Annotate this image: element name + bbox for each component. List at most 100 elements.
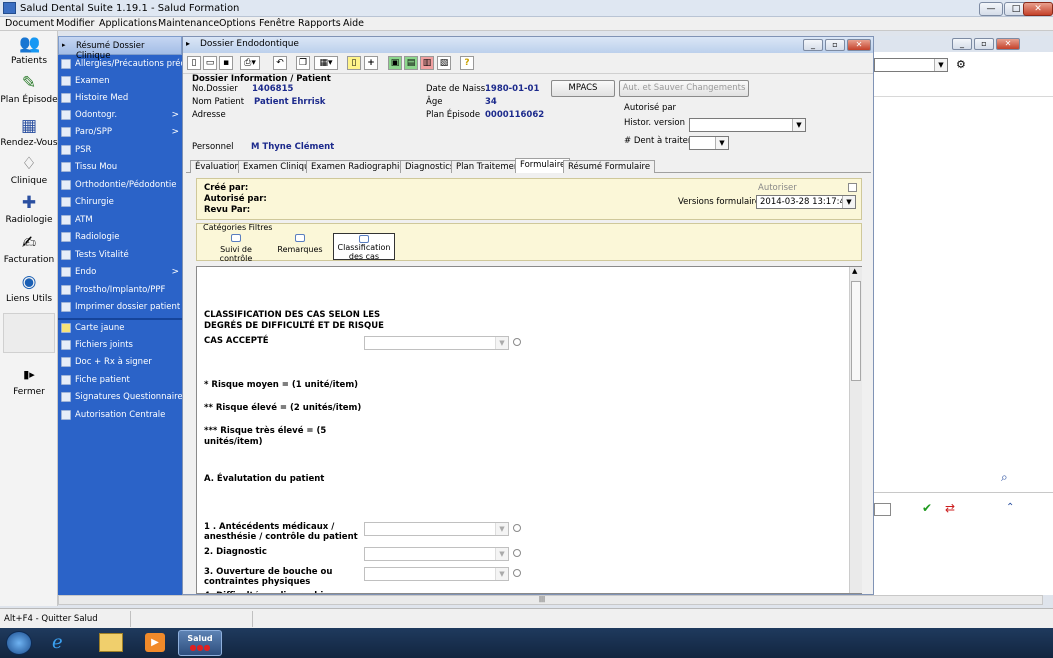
file-explorer-icon[interactable] <box>99 633 123 652</box>
cas-accepte-radio[interactable] <box>513 338 521 346</box>
nav-item-orthodontie[interactable]: Orthodontie/Pédodontie <box>58 177 182 194</box>
versions-select[interactable]: 2014-03-28 13:17:41 ▼ <box>756 195 856 209</box>
page-icon[interactable]: ▯ <box>347 56 361 70</box>
bg-minimize-button[interactable]: _ <box>952 38 972 50</box>
adresse-label: Adresse <box>192 110 226 120</box>
autoriser-checkbox[interactable] <box>848 183 857 192</box>
color-icon[interactable]: ▦▾ <box>314 56 338 70</box>
filter-classification[interactable]: Classification des cas <box>333 233 395 261</box>
menu-document[interactable]: Document <box>5 18 54 29</box>
minimize-button[interactable]: — <box>979 2 1003 16</box>
nav-item-atm[interactable]: ATM <box>58 212 182 229</box>
start-button[interactable] <box>6 631 32 655</box>
nav-item-allergies[interactable]: Allergies/Précautions préop. <box>58 56 182 73</box>
nav-item-paro[interactable]: Paro/SPP > <box>58 124 182 141</box>
internet-explorer-icon[interactable]: ℯ <box>52 632 63 653</box>
tab-evaluation[interactable]: Évaluation <box>190 160 245 173</box>
q1-radio[interactable] <box>513 524 521 532</box>
bg-divider <box>874 96 1053 97</box>
launcher-plan-episode[interactable]: ✎ Plan Épisode <box>0 73 58 105</box>
nav-item-radiologie[interactable]: Radiologie <box>58 229 182 246</box>
launcher-liens-utils[interactable]: ◉ Liens Utils <box>0 272 58 304</box>
cas-accepte-select[interactable]: ▼ <box>364 336 509 350</box>
auth-save-button[interactable]: Aut. et Sauver Changements <box>619 80 749 97</box>
horizontal-scrollbar[interactable]: ||| <box>58 595 1043 605</box>
nav-item-tissu-mou[interactable]: Tissu Mou <box>58 159 182 176</box>
menu-modifier[interactable]: Modifier <box>56 18 94 29</box>
close-button[interactable]: ✕ <box>1023 2 1053 16</box>
print-icon[interactable]: ⎙▾ <box>240 56 260 70</box>
nav-item-chirurgie[interactable]: Chirurgie <box>58 194 182 211</box>
nav-item-prostho[interactable]: Prostho/Implanto/PPF <box>58 282 182 299</box>
bg-select[interactable]: ▼ <box>874 58 948 72</box>
doc-restore-button[interactable]: ▫ <box>825 39 845 51</box>
bg-tool-icon[interactable]: ⚙ <box>956 58 966 71</box>
scroll-thumb[interactable] <box>851 281 861 381</box>
form-vertical-scrollbar[interactable]: ▲ <box>849 267 862 593</box>
status-divider <box>130 611 131 627</box>
add-icon[interactable]: + <box>364 56 378 70</box>
doc-close-button[interactable]: ✕ <box>847 39 871 51</box>
zoom-icon[interactable]: ⌕ <box>1001 470 1008 485</box>
tab-formulaire[interactable]: Formulaire <box>515 158 571 173</box>
dent-select[interactable]: ▼ <box>689 136 729 150</box>
nav-item-signatures[interactable]: Signatures Questionnaire <box>58 389 182 406</box>
bg-restore-button[interactable]: ▫ <box>974 38 994 50</box>
save-icon[interactable]: ▪ <box>219 56 233 70</box>
launcher-rendez-vous[interactable]: ▦ Rendez-Vous <box>0 116 58 148</box>
filter-remarques[interactable]: Remarques <box>275 233 325 260</box>
q1-select[interactable]: ▼ <box>364 522 509 536</box>
media-player-icon[interactable]: ▶ <box>145 633 165 652</box>
menu-aide[interactable]: Aide <box>343 18 364 29</box>
bg-close-button[interactable]: ✕ <box>996 38 1020 50</box>
nav-item-doc-rx[interactable]: Doc + Rx à signer <box>58 354 182 371</box>
excel-icon[interactable]: ▣ <box>388 56 402 70</box>
nav-item-odontogr[interactable]: Odontogr. > <box>58 107 182 124</box>
nav-item-autorisation[interactable]: Autorisation Centrale <box>58 407 182 424</box>
nav-header[interactable]: ▸ Résumé Dossier Clinique <box>58 36 182 61</box>
menu-applications[interactable]: Applications <box>99 18 157 29</box>
launcher-facturation[interactable]: ✍ Facturation <box>0 233 58 265</box>
chart-icon[interactable]: ▤ <box>404 56 418 70</box>
doc-minimize-button[interactable]: _ <box>803 39 823 51</box>
new-icon[interactable]: ▯ <box>187 56 201 70</box>
q2-radio[interactable] <box>513 549 521 557</box>
nav-item-imprimer[interactable]: Imprimer dossier patient <box>58 299 182 316</box>
nav-item-histoire-med[interactable]: Histoire Med <box>58 90 182 107</box>
histor-version-select[interactable]: ▼ <box>689 118 806 132</box>
doc-icon[interactable]: ▧ <box>437 56 451 70</box>
launcher-fermer[interactable]: ▮▸ Fermer <box>0 365 58 397</box>
nav-item-endo[interactable]: Endo > <box>58 264 182 281</box>
bg-input[interactable] <box>874 503 891 516</box>
nav-item-psr[interactable]: PSR <box>58 142 182 159</box>
filter-suivi-controle[interactable]: Suivi de contrôle <box>205 233 267 263</box>
menu-options[interactable]: Options <box>219 18 256 29</box>
nav-item-tests-vitalite[interactable]: Tests Vitalité <box>58 247 182 264</box>
menu-fenetre[interactable]: Fenêtre <box>259 18 295 29</box>
tab-resume-formulaire[interactable]: Résumé Formulaire <box>563 160 656 173</box>
launcher-patients[interactable]: 👥 Patients <box>0 34 58 66</box>
collapse-up-icon[interactable]: ⌃ <box>1006 502 1014 513</box>
q3-select[interactable]: ▼ <box>364 567 509 581</box>
menu-maintenance[interactable]: Maintenance <box>158 18 219 29</box>
nav-item-fiche-patient[interactable]: Fiche patient <box>58 372 182 389</box>
launcher-clinique[interactable]: ♢ Clinique <box>0 154 58 186</box>
pdf-icon[interactable]: ▥ <box>420 56 434 70</box>
nav-item-examen[interactable]: Examen <box>58 73 182 90</box>
mpacs-button[interactable]: MPACS <box>551 80 615 97</box>
menu-rapports[interactable]: Rapports <box>298 18 341 29</box>
nav-item-fichiers-joints[interactable]: Fichiers joints <box>58 337 182 354</box>
q3-radio[interactable] <box>513 569 521 577</box>
undo-icon[interactable]: ↶ <box>273 56 287 70</box>
help-icon[interactable]: ? <box>460 56 474 70</box>
salud-taskbar-button[interactable]: Salud ●●● <box>178 630 222 656</box>
check-icon[interactable]: ✔ <box>922 501 932 515</box>
scroll-up-icon[interactable]: ▲ <box>852 267 857 275</box>
copy-icon[interactable]: ❐ <box>296 56 310 70</box>
nav-item-carte-jaune[interactable]: Carte jaune <box>58 320 182 337</box>
book-icon <box>295 234 305 242</box>
open-icon[interactable]: ▭ <box>203 56 217 70</box>
refresh-icon[interactable]: ⇄ <box>945 501 955 515</box>
q2-select[interactable]: ▼ <box>364 547 509 561</box>
launcher-radiologie[interactable]: ✚ Radiologie <box>0 193 58 225</box>
